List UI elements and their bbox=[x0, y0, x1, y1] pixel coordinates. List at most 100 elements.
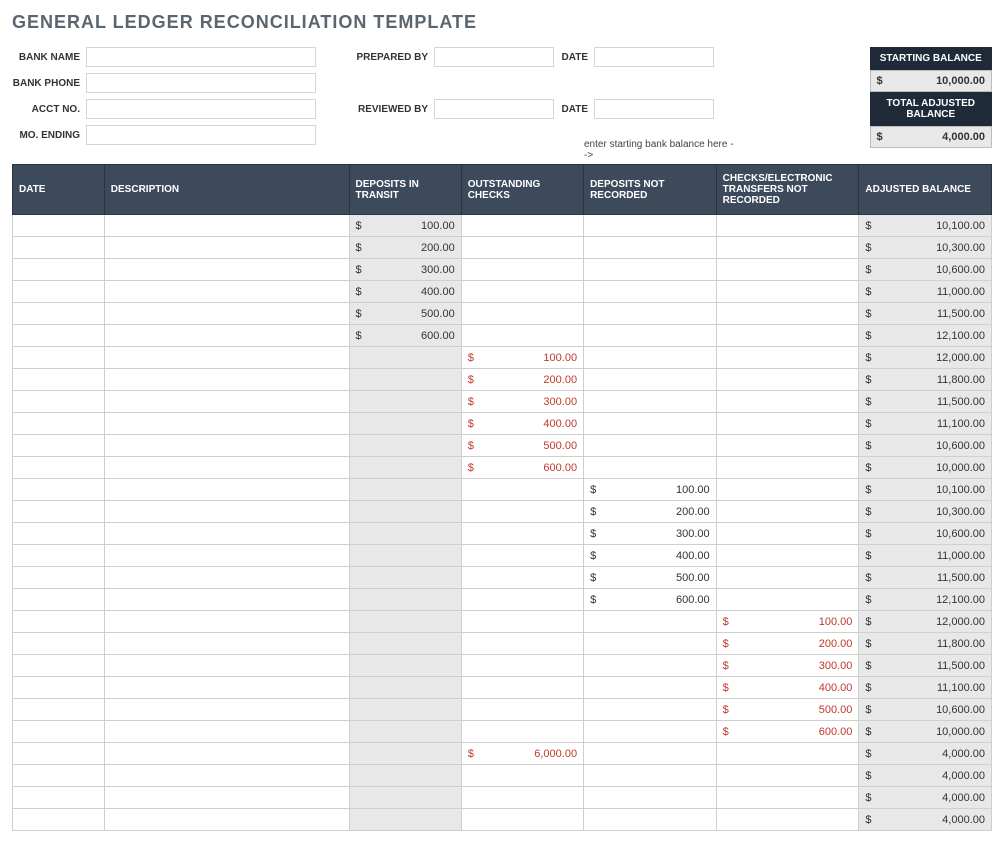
table-cell[interactable] bbox=[716, 369, 859, 391]
input-bank-name[interactable] bbox=[86, 47, 316, 67]
table-cell[interactable] bbox=[13, 347, 105, 369]
table-cell[interactable] bbox=[584, 391, 717, 413]
input-date-1[interactable] bbox=[594, 47, 714, 67]
table-cell[interactable] bbox=[349, 699, 461, 721]
table-cell[interactable]: $500.00 bbox=[461, 435, 583, 457]
table-cell[interactable] bbox=[584, 281, 717, 303]
table-cell[interactable] bbox=[349, 413, 461, 435]
table-cell[interactable] bbox=[716, 809, 859, 831]
table-cell[interactable] bbox=[104, 281, 349, 303]
table-cell[interactable] bbox=[104, 479, 349, 501]
table-cell[interactable] bbox=[461, 215, 583, 237]
table-cell[interactable]: $12,000.00 bbox=[859, 347, 992, 369]
table-cell[interactable]: $10,600.00 bbox=[859, 523, 992, 545]
table-cell[interactable] bbox=[461, 303, 583, 325]
table-cell[interactable] bbox=[584, 699, 717, 721]
table-cell[interactable] bbox=[584, 655, 717, 677]
table-cell[interactable] bbox=[13, 413, 105, 435]
table-cell[interactable]: $200.00 bbox=[461, 369, 583, 391]
table-cell[interactable] bbox=[461, 281, 583, 303]
table-cell[interactable]: $200.00 bbox=[349, 237, 461, 259]
table-cell[interactable]: $400.00 bbox=[349, 281, 461, 303]
table-cell[interactable] bbox=[461, 325, 583, 347]
table-cell[interactable]: $11,800.00 bbox=[859, 369, 992, 391]
table-cell[interactable] bbox=[349, 479, 461, 501]
table-cell[interactable] bbox=[461, 677, 583, 699]
table-cell[interactable] bbox=[104, 655, 349, 677]
table-cell[interactable] bbox=[716, 435, 859, 457]
table-cell[interactable] bbox=[13, 215, 105, 237]
table-cell[interactable] bbox=[13, 259, 105, 281]
table-cell[interactable] bbox=[716, 523, 859, 545]
table-cell[interactable] bbox=[13, 391, 105, 413]
input-reviewed-by[interactable] bbox=[434, 99, 554, 119]
table-cell[interactable]: $11,500.00 bbox=[859, 391, 992, 413]
table-cell[interactable] bbox=[13, 325, 105, 347]
table-cell[interactable] bbox=[13, 655, 105, 677]
table-cell[interactable]: $200.00 bbox=[716, 633, 859, 655]
table-cell[interactable] bbox=[13, 435, 105, 457]
table-cell[interactable] bbox=[13, 237, 105, 259]
table-cell[interactable] bbox=[584, 633, 717, 655]
table-cell[interactable] bbox=[349, 391, 461, 413]
table-cell[interactable] bbox=[716, 325, 859, 347]
table-cell[interactable]: $11,500.00 bbox=[859, 303, 992, 325]
table-cell[interactable] bbox=[104, 457, 349, 479]
input-bank-phone[interactable] bbox=[86, 73, 316, 93]
table-cell[interactable]: $10,600.00 bbox=[859, 435, 992, 457]
table-cell[interactable]: $300.00 bbox=[584, 523, 717, 545]
input-date-2[interactable] bbox=[594, 99, 714, 119]
table-cell[interactable] bbox=[13, 787, 105, 809]
table-cell[interactable]: $4,000.00 bbox=[859, 809, 992, 831]
table-cell[interactable] bbox=[349, 655, 461, 677]
table-cell[interactable] bbox=[104, 237, 349, 259]
table-cell[interactable]: $100.00 bbox=[584, 479, 717, 501]
table-cell[interactable] bbox=[461, 699, 583, 721]
table-cell[interactable] bbox=[584, 215, 717, 237]
table-cell[interactable] bbox=[104, 567, 349, 589]
table-cell[interactable]: $100.00 bbox=[349, 215, 461, 237]
table-cell[interactable] bbox=[584, 809, 717, 831]
table-cell[interactable]: $6,000.00 bbox=[461, 743, 583, 765]
table-cell[interactable] bbox=[584, 303, 717, 325]
table-cell[interactable] bbox=[461, 787, 583, 809]
table-cell[interactable] bbox=[104, 325, 349, 347]
table-cell[interactable] bbox=[13, 699, 105, 721]
table-cell[interactable] bbox=[716, 501, 859, 523]
table-cell[interactable] bbox=[349, 721, 461, 743]
table-cell[interactable] bbox=[349, 589, 461, 611]
table-cell[interactable] bbox=[104, 765, 349, 787]
table-cell[interactable]: $200.00 bbox=[584, 501, 717, 523]
table-cell[interactable]: $11,800.00 bbox=[859, 633, 992, 655]
table-cell[interactable] bbox=[13, 809, 105, 831]
table-cell[interactable] bbox=[104, 787, 349, 809]
table-cell[interactable] bbox=[584, 611, 717, 633]
table-cell[interactable] bbox=[13, 479, 105, 501]
table-cell[interactable] bbox=[349, 501, 461, 523]
table-cell[interactable] bbox=[349, 457, 461, 479]
table-cell[interactable]: $10,000.00 bbox=[859, 457, 992, 479]
table-cell[interactable]: $11,000.00 bbox=[859, 545, 992, 567]
table-cell[interactable] bbox=[349, 809, 461, 831]
table-cell[interactable] bbox=[584, 325, 717, 347]
table-cell[interactable] bbox=[349, 765, 461, 787]
table-cell[interactable] bbox=[104, 391, 349, 413]
table-cell[interactable] bbox=[13, 523, 105, 545]
table-cell[interactable]: $400.00 bbox=[461, 413, 583, 435]
table-cell[interactable] bbox=[716, 391, 859, 413]
table-cell[interactable] bbox=[104, 677, 349, 699]
table-cell[interactable] bbox=[716, 787, 859, 809]
table-cell[interactable] bbox=[13, 765, 105, 787]
table-cell[interactable] bbox=[716, 765, 859, 787]
table-cell[interactable] bbox=[584, 677, 717, 699]
table-cell[interactable] bbox=[349, 787, 461, 809]
table-cell[interactable]: $600.00 bbox=[349, 325, 461, 347]
table-cell[interactable] bbox=[461, 655, 583, 677]
table-cell[interactable] bbox=[104, 347, 349, 369]
table-cell[interactable] bbox=[584, 259, 717, 281]
table-cell[interactable] bbox=[461, 545, 583, 567]
table-cell[interactable]: $11,500.00 bbox=[859, 567, 992, 589]
table-cell[interactable]: $600.00 bbox=[716, 721, 859, 743]
table-cell[interactable] bbox=[104, 545, 349, 567]
table-cell[interactable]: $10,600.00 bbox=[859, 259, 992, 281]
